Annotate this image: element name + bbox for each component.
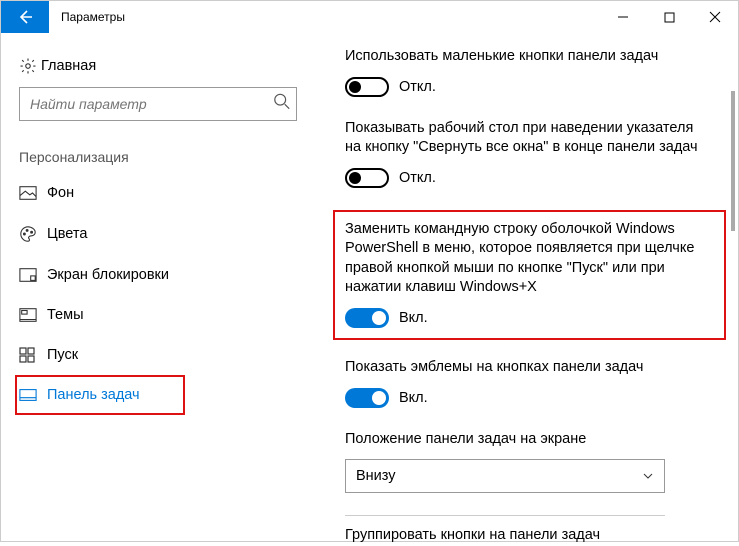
start-icon (19, 347, 47, 363)
setting-small-buttons: Использовать маленькие кнопки панели зад… (345, 47, 708, 97)
maximize-button[interactable] (646, 1, 692, 33)
minimize-button[interactable] (600, 1, 646, 33)
toggle-powershell[interactable] (345, 308, 389, 328)
window-title: Параметры (49, 1, 137, 33)
main-content: Использовать маленькие кнопки панели зад… (315, 33, 738, 541)
gear-icon (19, 57, 41, 75)
setting-desc: Группировать кнопки на панели задач (345, 526, 708, 546)
position-dropdown[interactable]: Внизу (345, 459, 665, 493)
search-input[interactable] (19, 87, 297, 121)
themes-icon (19, 307, 47, 323)
scrollbar[interactable] (730, 91, 736, 531)
setting-desc: Показывать рабочий стол при наведении ук… (345, 119, 708, 158)
sidebar-item-themes[interactable]: Темы (1, 295, 315, 335)
sidebar: Главная Персонализация Фон Цвета (1, 33, 315, 541)
arrow-left-icon (16, 8, 34, 26)
chevron-down-icon (642, 470, 654, 482)
home-label: Главная (41, 58, 96, 74)
setting-desc: Использовать маленькие кнопки панели зад… (345, 47, 708, 67)
close-icon (709, 11, 721, 23)
picture-icon (19, 185, 47, 201)
toggle-label: Вкл. (399, 310, 428, 326)
sidebar-item-label: Пуск (47, 347, 78, 363)
close-button[interactable] (692, 1, 738, 33)
maximize-icon (664, 12, 675, 23)
setting-desc: Показать эмблемы на кнопках панели задач (345, 358, 708, 378)
search-icon (273, 93, 291, 116)
category-label: Персонализация (1, 131, 315, 173)
search-box[interactable] (19, 87, 297, 121)
sidebar-item-label: Фон (47, 185, 74, 201)
toggle-label: Откл. (399, 79, 436, 95)
sidebar-item-colors[interactable]: Цвета (1, 213, 315, 255)
sidebar-item-label: Темы (47, 307, 84, 323)
dropdown-value: Внизу (356, 468, 396, 484)
setting-desc: Положение панели задач на экране (345, 430, 708, 450)
taskbar-icon (19, 388, 47, 402)
setting-peek-desktop: Показывать рабочий стол при наведении ук… (345, 119, 708, 188)
scroll-thumb[interactable] (731, 91, 735, 231)
sidebar-item-label: Цвета (47, 226, 87, 242)
title-bar: Параметры (1, 1, 738, 33)
lockscreen-icon (19, 267, 47, 283)
sidebar-item-background[interactable]: Фон (1, 173, 315, 213)
setting-powershell: Заменить командную строку оболочкой Wind… (345, 220, 714, 328)
palette-icon (19, 225, 47, 243)
sidebar-item-label: Экран блокировки (47, 267, 169, 283)
setting-badges: Показать эмблемы на кнопках панели задач… (345, 358, 708, 408)
sidebar-item-start[interactable]: Пуск (1, 335, 315, 375)
home-button[interactable]: Главная (1, 47, 315, 85)
toggle-badges[interactable] (345, 388, 389, 408)
setting-position: Положение панели задач на экране Внизу (345, 430, 708, 494)
setting-desc: Заменить командную строку оболочкой Wind… (345, 220, 714, 298)
setting-grouping: Группировать кнопки на панели задач (345, 526, 708, 546)
back-button[interactable] (1, 1, 49, 33)
sidebar-item-lockscreen[interactable]: Экран блокировки (1, 255, 315, 295)
highlight-box: Заменить командную строку оболочкой Wind… (333, 210, 726, 340)
toggle-label: Вкл. (399, 390, 428, 406)
toggle-small-buttons[interactable] (345, 77, 389, 97)
sidebar-item-taskbar[interactable]: Панель задач (15, 375, 185, 415)
minimize-icon (617, 11, 629, 23)
toggle-label: Откл. (399, 170, 436, 186)
sidebar-item-label: Панель задач (47, 387, 140, 403)
toggle-peek-desktop[interactable] (345, 168, 389, 188)
